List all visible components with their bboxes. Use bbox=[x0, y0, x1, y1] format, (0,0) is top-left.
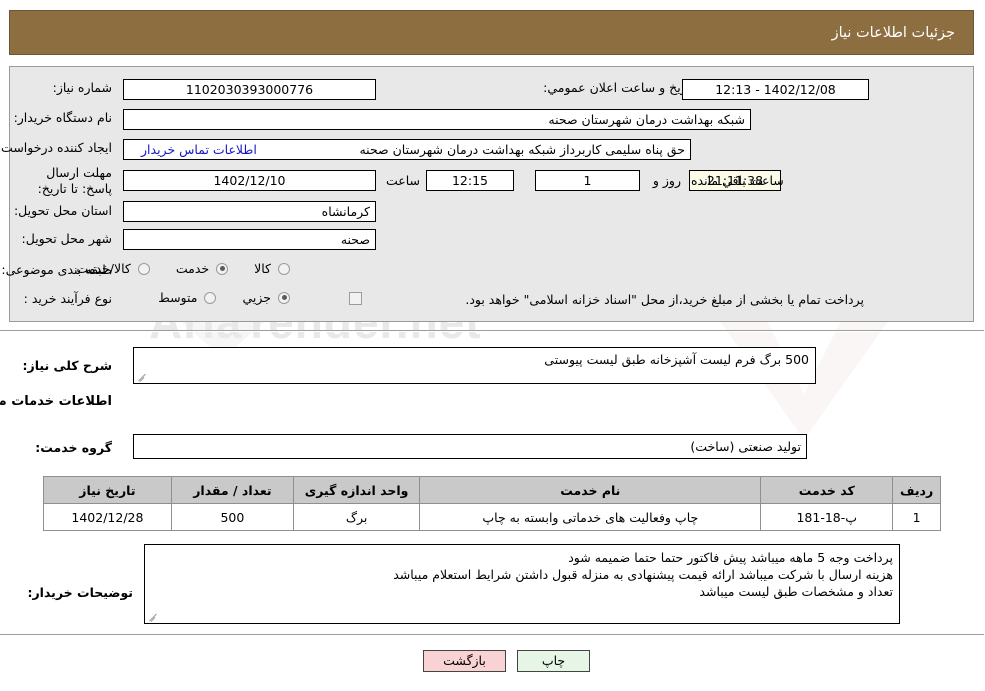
buyer-notes-line-1: هزینه ارسال با شرکت میباشد ارائه قیمت پی… bbox=[394, 567, 894, 582]
process-radio-jozei[interactable]: جزیي bbox=[243, 290, 295, 305]
creator-label: ایجاد کننده درخواست: bbox=[0, 140, 113, 155]
need-description-label: شرح کلی نیاز: bbox=[23, 358, 113, 373]
need-description-value: 500 برگ فرم لیست آشپزخانه طبق لیست پیوست… bbox=[545, 352, 810, 367]
province-label-row: استان محل تحویل: bbox=[15, 203, 113, 218]
buyer-org-field[interactable]: شبکه بهداشت درمان شهرستان صحنه bbox=[124, 109, 752, 130]
section-divider-top bbox=[0, 330, 985, 332]
back-button[interactable]: بازگشت bbox=[424, 650, 507, 672]
category-radio-kala-khedmat[interactable]: کالا/خدمت bbox=[77, 261, 154, 276]
info-panel bbox=[10, 66, 975, 322]
buyer-org-label-row: نام دستگاه خریدار: bbox=[15, 110, 113, 125]
need-number-label: شماره نیاز: bbox=[53, 80, 113, 95]
process-label: نوع فرآیند خرید : bbox=[24, 291, 113, 306]
category-option-label-0: کالا bbox=[255, 261, 272, 276]
cell-date: 1402/12/28 bbox=[44, 503, 173, 531]
cell-index: 1 bbox=[893, 503, 942, 531]
process-option-label-1: متوسط bbox=[159, 290, 199, 305]
radio-icon-kala[interactable] bbox=[279, 262, 291, 275]
process-radio-motavasset[interactable]: متوسط bbox=[159, 290, 221, 305]
creator-label-row: ایجاد کننده درخواست: bbox=[0, 140, 113, 155]
section-divider-footer bbox=[0, 634, 985, 635]
remaining-days-label: روز و bbox=[653, 173, 682, 188]
deadline-label-row: مهلت ارسال پاسخ: تا تاریخ: bbox=[17, 165, 113, 197]
category-radio-group[interactable]: کالا خدمت کالا/خدمت bbox=[77, 261, 295, 276]
process-option-label-0: جزیي bbox=[243, 290, 272, 305]
deadline-date-field[interactable]: 1402/12/10 bbox=[124, 170, 377, 191]
radio-icon-kala-khedmat[interactable] bbox=[138, 262, 151, 275]
buyer-org-label: نام دستگاه خریدار: bbox=[14, 110, 113, 125]
service-group-label: گروه خدمت: bbox=[36, 440, 113, 455]
need-description-textarea[interactable]: 500 برگ فرم لیست آشپزخانه طبق لیست پیوست… bbox=[134, 347, 817, 384]
print-button[interactable]: چاپ bbox=[518, 650, 591, 672]
resize-grip-icon[interactable] bbox=[138, 371, 148, 381]
services-section-title: اطلاعات خدمات مورد نیاز bbox=[0, 394, 113, 409]
col-index: ردیف bbox=[893, 476, 942, 504]
services-table-wrapper: ردیف کد خدمت نام خدمت واحد اندازه گیری ت… bbox=[44, 476, 942, 531]
cell-quantity: 500 bbox=[171, 503, 295, 531]
category-radio-khedmat[interactable]: خدمت bbox=[177, 261, 233, 276]
announce-date-label: تاریخ و ساعت اعلان عمومي: bbox=[544, 80, 695, 95]
process-radio-group[interactable]: جزیي متوسط bbox=[159, 290, 295, 305]
remaining-days-field[interactable]: 1 bbox=[536, 170, 641, 191]
deadline-label: مهلت ارسال پاسخ: تا تاریخ: bbox=[38, 165, 113, 196]
city-label-row: شهر محل تحویل: bbox=[23, 231, 113, 246]
service-group-field[interactable]: تولید صنعتی (ساخت) bbox=[134, 434, 808, 459]
city-field[interactable]: صحنه bbox=[124, 229, 377, 250]
province-field[interactable]: کرمانشاه bbox=[124, 201, 377, 222]
col-name: نام خدمت bbox=[420, 476, 763, 504]
category-option-label-1: خدمت bbox=[176, 261, 211, 276]
radio-icon-motavasset[interactable] bbox=[205, 291, 218, 304]
services-table: ردیف کد خدمت نام خدمت واحد اندازه گیری ت… bbox=[44, 476, 942, 531]
radio-icon-jozei[interactable] bbox=[279, 291, 291, 304]
category-radio-kala[interactable]: کالا bbox=[255, 261, 295, 276]
buyer-notes-textarea[interactable]: پرداخت وجه 5 ماهه میباشد پیش فاکتور حتما… bbox=[145, 544, 901, 624]
col-unit: واحد اندازه گیری bbox=[293, 476, 422, 504]
cell-code: پ-18-181 bbox=[761, 503, 895, 531]
cell-name: چاپ وفعالیت های خدماتی وابسته به چاپ bbox=[420, 503, 763, 531]
treasury-checkbox-label: پرداخت تمام یا بخشی از مبلغ خرید،از محل … bbox=[466, 292, 865, 307]
col-quantity: تعداد / مقدار bbox=[171, 476, 295, 504]
col-code: کد خدمت bbox=[761, 476, 895, 504]
cell-unit: برگ bbox=[293, 503, 422, 531]
city-label: شهر محل تحویل: bbox=[22, 231, 113, 246]
province-label: استان محل تحویل: bbox=[14, 203, 113, 218]
announce-label-row: تاریخ و ساعت اعلان عمومي: bbox=[544, 80, 695, 95]
radio-icon-khedmat[interactable] bbox=[217, 262, 230, 275]
need-number-label-row: شماره نیاز: bbox=[13, 80, 113, 95]
page-root: AriaTender.net جزئیات اطلاعات نیاز شماره… bbox=[0, 0, 985, 691]
category-option-label-2: کالا/خدمت bbox=[77, 261, 132, 276]
countdown-label: ساعت باقي مانده bbox=[692, 173, 785, 188]
buyer-contact-link[interactable]: اطلاعات تماس خریدار bbox=[142, 142, 258, 157]
notes-resize-grip-icon[interactable] bbox=[149, 611, 159, 621]
treasury-checkbox[interactable] bbox=[350, 292, 363, 305]
process-label-row: نوع فرآیند خرید : bbox=[25, 291, 113, 306]
announce-date-field[interactable]: 1402/12/08 - 12:13 bbox=[683, 79, 870, 100]
page-header-bar: جزئیات اطلاعات نیاز bbox=[10, 10, 975, 55]
deadline-time-field[interactable]: 12:15 bbox=[427, 170, 515, 191]
deadline-hour-label: ساعت bbox=[386, 173, 421, 188]
col-date: تاریخ نیاز bbox=[44, 476, 173, 504]
buyer-notes-line-2: تعداد و مشخصات طبق لیست میباشد bbox=[700, 584, 894, 599]
buyer-notes-label: توضیحات خریدار: bbox=[28, 585, 134, 600]
page-title: جزئیات اطلاعات نیاز bbox=[832, 24, 956, 41]
buyer-notes-line-0: پرداخت وجه 5 ماهه میباشد پیش فاکتور حتما… bbox=[569, 550, 894, 565]
table-header-row: ردیف کد خدمت نام خدمت واحد اندازه گیری ت… bbox=[44, 476, 942, 504]
table-row[interactable]: 1 پ-18-181 چاپ وفعالیت های خدماتی وابسته… bbox=[44, 503, 942, 531]
need-number-field[interactable]: 1102030393000776 bbox=[124, 79, 377, 100]
